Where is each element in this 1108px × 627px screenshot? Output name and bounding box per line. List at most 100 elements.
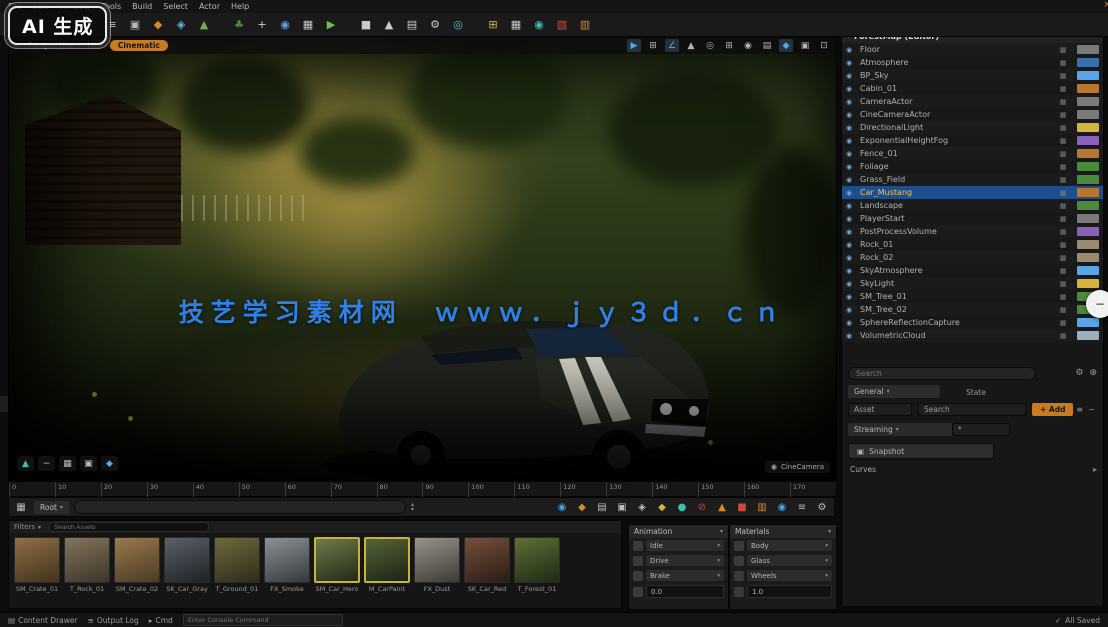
outliner-row[interactable]: ◉ SkyLight ▦ [842,277,1103,290]
outliner-row[interactable]: ◉ ExponentialHeightFog ▦ [842,134,1103,147]
visibility-eye-icon[interactable]: ◉ [846,111,860,119]
visibility-eye-icon[interactable]: ◉ [846,319,860,327]
grid-icon[interactable]: ▦ [13,500,29,515]
grid-icon[interactable]: ▦ [508,17,524,33]
content-drawer-button[interactable]: ▤Content Drawer [8,616,78,625]
row-dropdown[interactable]: Body [747,540,832,551]
details-search-input[interactable] [848,367,1036,380]
list-icon[interactable]: ≡ [794,500,810,515]
close-icon[interactable]: × [1103,0,1108,10]
terrain-icon[interactable]: ▲ [17,456,34,471]
snap-translate-icon[interactable]: ⊞ [722,39,736,52]
visibility-eye-icon[interactable]: ◉ [846,254,860,262]
row-dropdown[interactable]: Wheels [747,570,832,581]
layers-icon[interactable]: ▤ [594,500,610,515]
visibility-eye-icon[interactable]: ◉ [846,72,860,80]
outliner-row[interactable]: ◉ Grass_Field ▦ [842,173,1103,186]
rail-handle[interactable] [0,396,8,412]
outliner-row[interactable]: ◉ Foliage ▦ [842,160,1103,173]
visibility-eye-icon[interactable]: ◉ [846,267,860,275]
asset-search-field[interactable]: Search [918,403,1026,416]
profile-icon[interactable]: ◉ [554,500,570,515]
visibility-eye-icon[interactable]: ◉ [846,306,860,314]
outliner-row[interactable]: ◉ BP_Sky ▦ [842,69,1103,82]
sequencer-icon[interactable]: ▥ [577,17,593,33]
foliage-mode-icon[interactable]: ♣ [231,17,247,33]
save-icon[interactable]: ▣ [127,17,143,33]
platforms-icon[interactable]: ▤ [404,17,420,33]
menu-item[interactable]: Actor [199,2,220,11]
details-add-icon[interactable]: ⊕ [1089,368,1097,378]
menu-item[interactable]: Help [231,2,249,11]
visibility-eye-icon[interactable]: ◉ [846,98,860,106]
asset-tile[interactable]: T_Forest_01 [514,537,560,593]
outliner-row[interactable]: ◉ Car_Mustang ▦ [842,186,1103,199]
animation-panel-header[interactable]: Animation [629,525,728,538]
warning-icon[interactable]: ▲ [714,500,730,515]
visibility-eye-icon[interactable]: ◉ [846,293,860,301]
visibility-eye-icon[interactable]: ◉ [846,189,860,197]
cinematics-icon[interactable]: ▦ [300,17,316,33]
scale-tool-icon[interactable]: ▲ [684,39,698,52]
flag-icon[interactable]: ◉ [774,500,790,515]
sort-arrows[interactable]: ▴▾ [411,502,414,512]
curves-label[interactable]: Curves [850,465,876,474]
row-dropdown[interactable]: Idle [646,540,724,551]
rotate-tool-icon[interactable]: ∠ [665,39,679,52]
visibility-eye-icon[interactable]: ◉ [846,163,860,171]
chevron-right-icon[interactable]: ▸ [1093,465,1097,474]
outliner-row[interactable]: ◉ DirectionalLight ▦ [842,121,1103,134]
visibility-eye-icon[interactable]: ◉ [846,228,860,236]
streaming-value-field[interactable]: * [952,423,1010,436]
timeline-ruler[interactable]: 0102030405060708090100110120130140150160… [8,481,837,497]
visibility-eye-icon[interactable]: ◉ [846,215,860,223]
outliner-row[interactable]: ◉ PlayerStart ▦ [842,212,1103,225]
maximize-icon[interactable]: ⊡ [817,39,831,52]
outliner-row[interactable]: ◉ Cabin_01 ▦ [842,82,1103,95]
key-icon[interactable]: ◆ [654,500,670,515]
visibility-eye-icon[interactable]: ◉ [846,332,860,340]
outliner-row[interactable]: ◉ CineCameraActor ▦ [842,108,1103,121]
outliner-row[interactable]: ◉ VolumetricCloud ▦ [842,329,1103,342]
visibility-eye-icon[interactable]: ◉ [846,150,860,158]
camera-icon[interactable]: ◉ [531,17,547,33]
visibility-eye-icon[interactable]: ◉ [846,59,860,67]
asset-tile[interactable]: SM_Car_Hero [314,537,360,593]
visibility-eye-icon[interactable]: ◉ [846,85,860,93]
stop-icon[interactable]: ■ [358,17,374,33]
row-dropdown[interactable]: Glass [747,555,832,566]
filter-dropdown[interactable]: General [848,385,940,398]
asset-tile[interactable]: SK_Car_Red [464,537,510,593]
outliner-row[interactable]: ◉ PostProcessVolume ▦ [842,225,1103,238]
visibility-eye-icon[interactable]: ◉ [846,176,860,184]
list-icon[interactable]: ≡ [1076,405,1083,414]
options-icon[interactable]: ⚙ [814,500,830,515]
asset-tile[interactable]: T_Rock_01 [64,537,110,593]
row-value-field[interactable]: 0.0 [646,585,724,598]
eject-icon[interactable]: ▲ [381,17,397,33]
clip-icon[interactable]: ▥ [754,500,770,515]
outliner-row[interactable]: ◉ SM_Tree_02 ▦ [842,303,1103,316]
view-options-icon[interactable]: ▣ [798,39,812,52]
outliner-row[interactable]: ◉ SphereReflectionCapture ▦ [842,316,1103,329]
link-icon[interactable]: ◈ [634,500,650,515]
select-mode-icon[interactable]: ◈ [173,17,189,33]
play-icon[interactable]: ▶ [323,17,339,33]
track-search-field[interactable] [74,500,406,514]
grid-icon[interactable]: ▦ [59,456,76,471]
filters-dropdown[interactable]: Filters [14,523,41,531]
snap-rotate-icon[interactable]: ◉ [741,39,755,52]
blueprints-icon[interactable]: ◉ [277,17,293,33]
add-actor-icon[interactable]: + [254,17,270,33]
outliner-row[interactable]: ◉ Floor ▦ [842,43,1103,56]
asset-tile[interactable]: M_CarPaint [364,537,410,593]
viewport-scene[interactable] [9,37,836,481]
badge-icon[interactable]: ◆ [574,500,590,515]
select-tool-icon[interactable]: ▶ [627,39,641,52]
modes-icon[interactable]: ◆ [150,17,166,33]
visibility-eye-icon[interactable]: ◉ [846,280,860,288]
row-dropdown[interactable]: Drive [646,555,724,566]
outliner-row[interactable]: ◉ Atmosphere ▦ [842,56,1103,69]
panel-collapse-button[interactable]: − [1086,290,1108,318]
asset-tile[interactable]: T_Ground_01 [214,537,260,593]
